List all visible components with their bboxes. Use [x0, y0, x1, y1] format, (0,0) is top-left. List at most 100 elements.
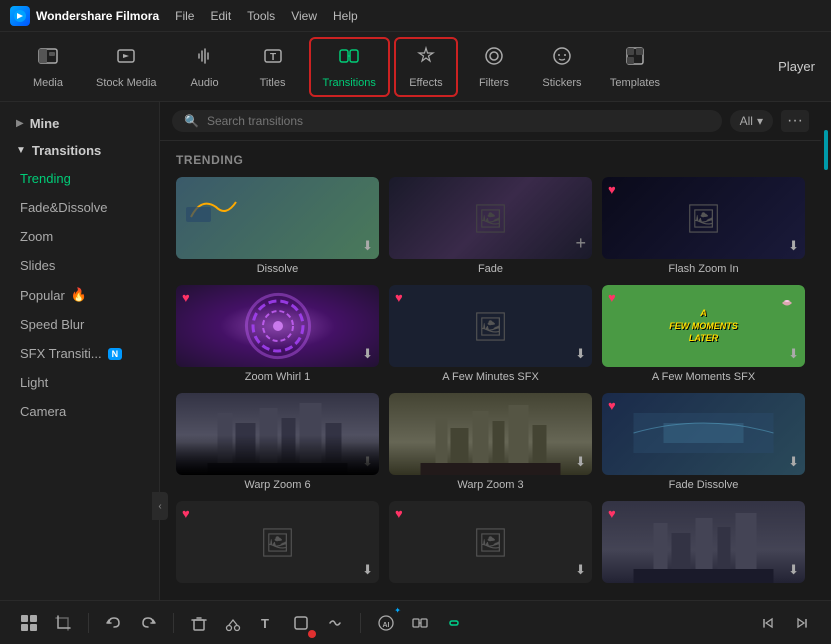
undo-button[interactable]	[101, 610, 127, 636]
toolbar-titles[interactable]: T Titles	[241, 39, 305, 95]
stickers-label: Stickers	[542, 77, 581, 89]
download-icon[interactable]: ⬇	[788, 238, 799, 254]
download-icon[interactable]: ⬇	[575, 346, 586, 362]
filter-dropdown[interactable]: All ▾	[730, 110, 773, 132]
list-item[interactable]: ♥ ⬇ Zoom Whirl 1	[176, 285, 379, 383]
plus-icon[interactable]: +	[575, 233, 586, 254]
sidebar-item-camera[interactable]: Camera	[0, 397, 159, 426]
redo-button[interactable]	[135, 610, 161, 636]
light-label: Light	[20, 375, 48, 390]
download-icon[interactable]: ⬇	[575, 454, 586, 470]
speed-blur-label: Speed Blur	[20, 317, 84, 332]
sidebar-collapse-btn[interactable]: ‹	[152, 492, 168, 520]
menu-view[interactable]: View	[291, 9, 317, 23]
thumbnail: ♥ ⬇	[602, 393, 805, 475]
connect-button[interactable]	[407, 610, 433, 636]
sidebar-item-speed-blur[interactable]: Speed Blur	[0, 310, 159, 339]
fade-dissolve-label: Fade&Dissolve	[20, 200, 107, 215]
toolbar-templates[interactable]: Templates	[598, 39, 672, 95]
crop-tool-button[interactable]	[50, 610, 76, 636]
download-icon[interactable]: ⬇	[788, 454, 799, 470]
grid-area: TRENDING ⬇ Dissolve	[160, 141, 821, 600]
sidebar-item-trending[interactable]: Trending	[0, 164, 159, 193]
menu-tools[interactable]: Tools	[247, 9, 275, 23]
timeline-forward-button[interactable]	[789, 610, 815, 636]
toolbar-stickers[interactable]: Stickers	[530, 39, 594, 95]
list-item[interactable]: ⬇ Dissolve	[176, 177, 379, 275]
ripple-button[interactable]	[322, 610, 348, 636]
list-item[interactable]: ♥ AFEW MOMENTSLATER ⬇	[602, 285, 805, 383]
logo-icon	[10, 6, 30, 26]
delete-button[interactable]	[186, 610, 212, 636]
thumbnail: ♥ 🖼 ⬇	[389, 285, 592, 367]
separator	[88, 613, 89, 633]
bottom-toolbar: T AI ✦	[0, 600, 831, 644]
menu-file[interactable]: File	[175, 9, 194, 23]
thumbnail: ♥ 🖼 ⬇	[389, 501, 592, 583]
list-item[interactable]: ⬇ Warp Zoom 6	[176, 393, 379, 491]
link-button[interactable]	[441, 610, 467, 636]
sidebar-item-fade-dissolve[interactable]: Fade&Dissolve	[0, 193, 159, 222]
thumbnail: ♥ 🖼 ⬇	[176, 501, 379, 583]
download-icon[interactable]: ⬇	[788, 562, 799, 578]
search-input[interactable]	[207, 114, 710, 128]
section-title: TRENDING	[176, 153, 805, 167]
download-icon[interactable]: ⬇	[362, 562, 373, 578]
more-options-button[interactable]: ···	[781, 110, 809, 132]
sidebar-item-sfx[interactable]: SFX Transiti... N	[0, 339, 159, 368]
sidebar-item-popular[interactable]: Popular 🔥	[0, 280, 159, 310]
thumbnail-placeholder-icon: 🖼	[686, 202, 722, 235]
list-item[interactable]: ♥ 🖼 ⬇	[389, 501, 592, 587]
list-item[interactable]: 🖼 + Fade	[389, 177, 592, 275]
record-button[interactable]	[288, 610, 314, 636]
ai-badge: ✦	[394, 606, 401, 615]
download-icon[interactable]: ⬇	[362, 238, 373, 254]
transitions-arrow: ▼	[16, 145, 26, 156]
toolbar-media[interactable]: Media	[16, 39, 80, 95]
titles-label: Titles	[260, 77, 286, 89]
thumbnail: ♥ ⬇	[602, 501, 805, 583]
record-dot	[308, 630, 316, 638]
search-icon: 🔍	[184, 114, 199, 128]
thumbnail: ⬇	[389, 393, 592, 475]
audio-label: Audio	[190, 77, 218, 89]
menubar-items: File Edit Tools View Help	[175, 9, 358, 23]
sidebar-item-light[interactable]: Light	[0, 368, 159, 397]
toolbar-stock-media[interactable]: Stock Media	[84, 39, 169, 95]
toolbar-effects[interactable]: Effects	[394, 37, 458, 97]
thumbnail: ♥ ⬇	[176, 285, 379, 367]
menu-help[interactable]: Help	[333, 9, 358, 23]
list-item[interactable]: ♥ ⬇	[602, 501, 805, 587]
download-icon[interactable]: ⬇	[575, 562, 586, 578]
cut-button[interactable]	[220, 610, 246, 636]
svg-text:T: T	[261, 616, 269, 631]
item-label: Flash Zoom In	[602, 263, 805, 275]
toolbar-filters[interactable]: Filters	[462, 39, 526, 95]
list-item[interactable]: ♥ ⬇ Fade Dissolve	[602, 393, 805, 491]
download-icon[interactable]: ⬇	[788, 346, 799, 362]
timeline-back-button[interactable]	[755, 610, 781, 636]
menu-edit[interactable]: Edit	[210, 9, 231, 23]
sidebar-transitions-section[interactable]: ▼ Transitions	[0, 137, 159, 164]
sidebar-item-slides[interactable]: Slides	[0, 251, 159, 280]
toolbar-audio[interactable]: Audio	[173, 39, 237, 95]
download-icon[interactable]: ⬇	[362, 346, 373, 362]
list-item[interactable]: ♥ 🖼 ⬇	[176, 501, 379, 587]
list-item[interactable]: ♥ 🖼 ⬇ Flash Zoom In	[602, 177, 805, 275]
sfx-label: SFX Transiti...	[20, 346, 102, 361]
list-item[interactable]: ♥ 🖼 ⬇ A Few Minutes SFX	[389, 285, 592, 383]
sidebar-item-zoom[interactable]: Zoom	[0, 222, 159, 251]
download-icon[interactable]: ⬇	[362, 454, 373, 470]
menubar: Wondershare Filmora File Edit Tools View…	[0, 0, 831, 32]
zoom-label: Zoom	[20, 229, 53, 244]
list-item[interactable]: ⬇ Warp Zoom 3	[389, 393, 592, 491]
transitions-section-label: Transitions	[32, 143, 101, 158]
grid-view-button[interactable]	[16, 610, 42, 636]
text-button[interactable]: T	[254, 610, 280, 636]
main-toolbar: Media Stock Media Audio T Titles	[0, 32, 831, 102]
scrollbar[interactable]	[821, 102, 831, 600]
ai-button[interactable]: AI ✦	[373, 610, 399, 636]
toolbar-transitions[interactable]: Transitions	[309, 37, 390, 97]
sidebar-mine-section[interactable]: ▶ Mine	[0, 110, 159, 137]
thumbnail-placeholder-icon: 🖼	[473, 310, 509, 343]
